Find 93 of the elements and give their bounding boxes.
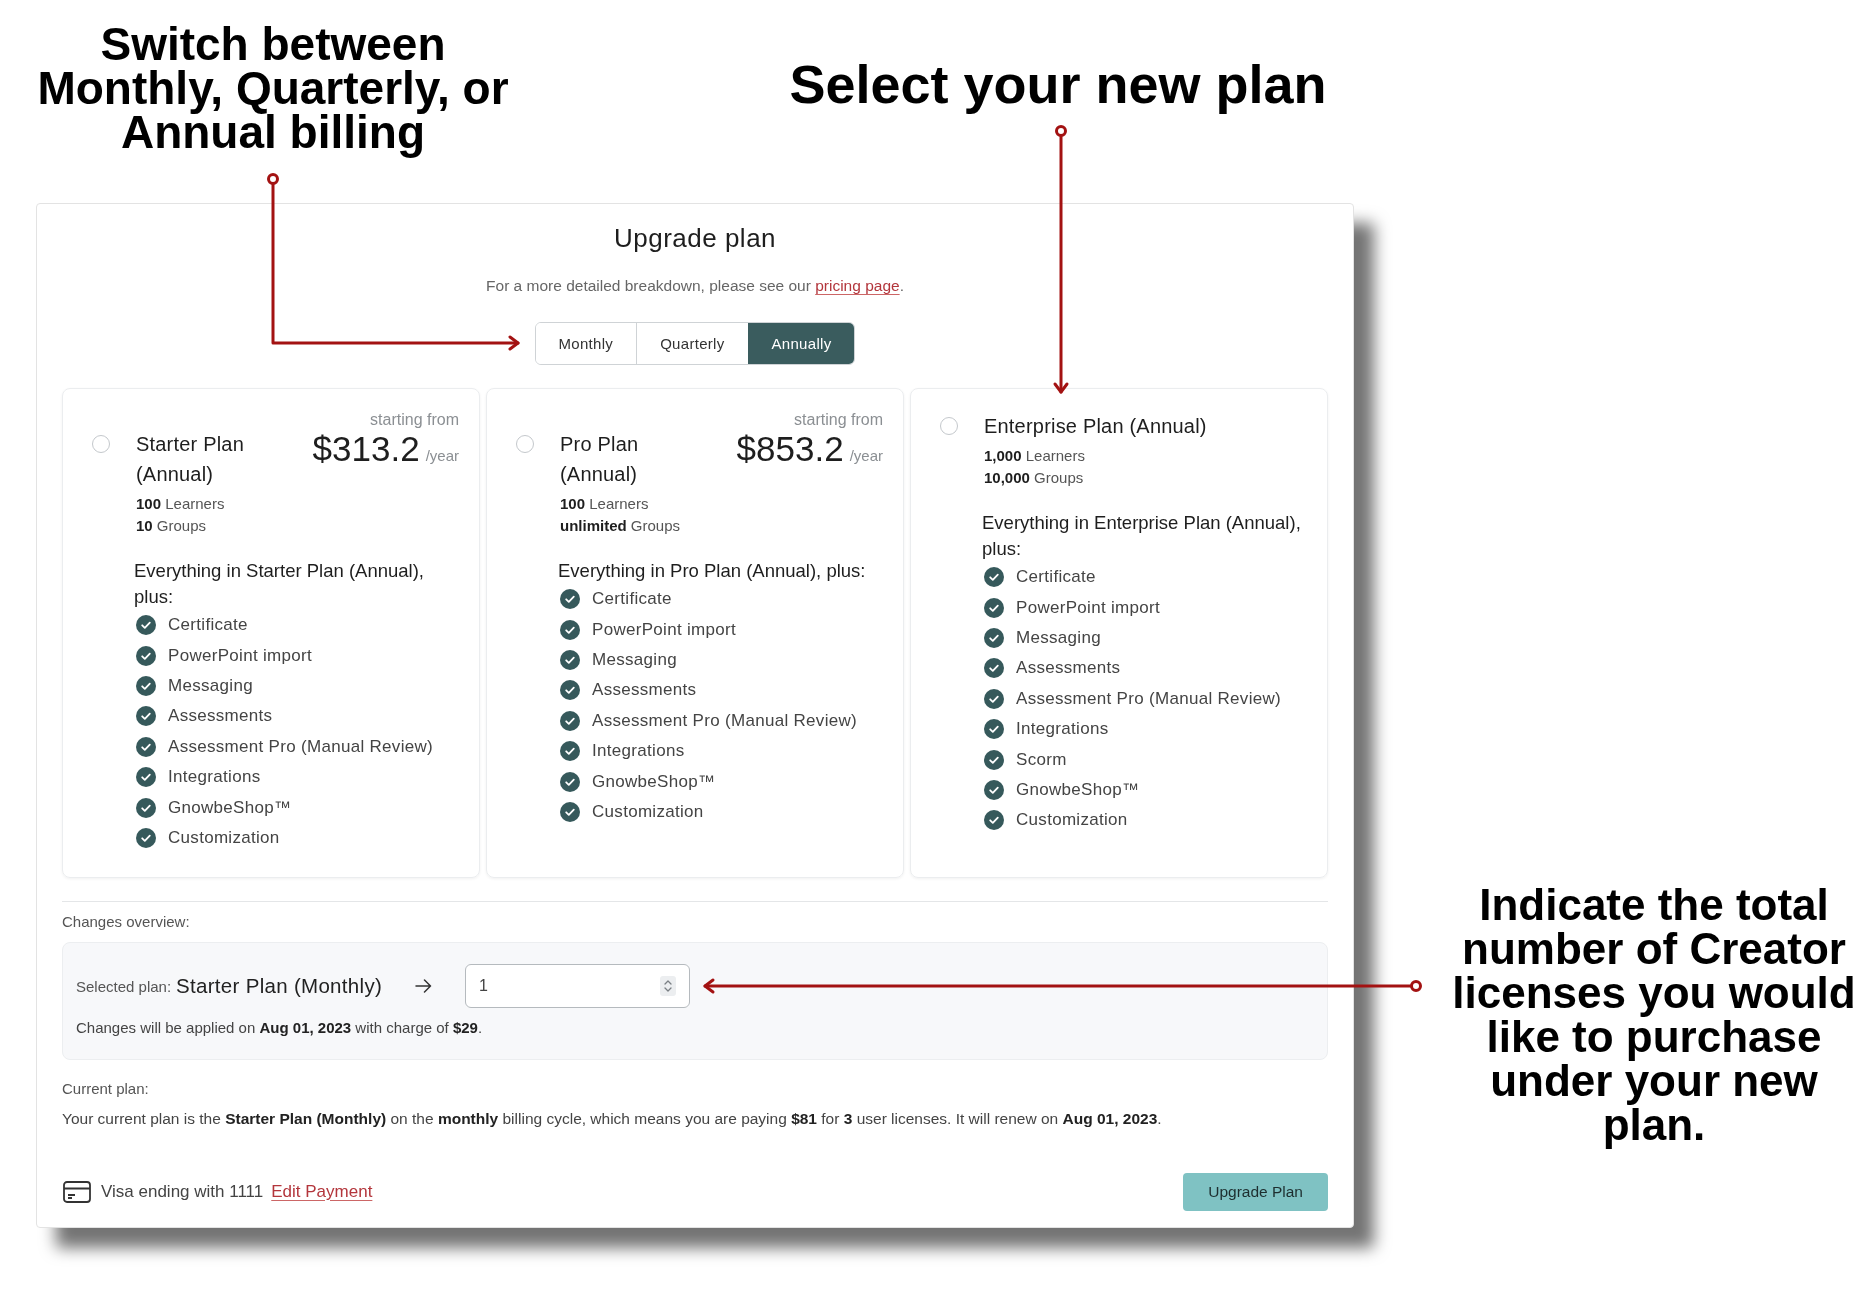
price-amount: $313.2 bbox=[312, 429, 420, 469]
check-icon bbox=[984, 810, 1004, 831]
license-count-field[interactable]: 1 bbox=[465, 964, 691, 1008]
feature-text: Certificate bbox=[168, 615, 248, 636]
card-info-text: Visa ending with 1111 bbox=[101, 1182, 264, 1202]
check-icon bbox=[984, 567, 1004, 588]
radio-button[interactable] bbox=[940, 417, 958, 435]
check-icon bbox=[136, 797, 156, 818]
price-period: /year bbox=[849, 447, 883, 464]
plan-card[interactable] bbox=[910, 388, 1328, 878]
check-icon bbox=[136, 645, 156, 666]
feature-text: Customization bbox=[168, 827, 280, 848]
current-plan-text: Your current plan is the Starter Plan (Monthly) on the monthly billing cycle, which means you are paying $81 for 3 user licenses. It will renew on Aug 01, 2023. bbox=[62, 1109, 1163, 1129]
price-amount: $853.2 bbox=[736, 429, 844, 469]
check-icon bbox=[984, 658, 1004, 679]
feature-text: GnowbeShop™ bbox=[168, 797, 292, 818]
feature-text: Assessments bbox=[592, 680, 697, 701]
limit-text: 100 Learners bbox=[136, 494, 226, 514]
pricing-link[interactable]: pricing page bbox=[815, 277, 900, 294]
limit-text: unlimited Groups bbox=[560, 516, 682, 536]
check-icon bbox=[136, 615, 156, 636]
feature-text: Certificate bbox=[592, 589, 672, 610]
price-caption: starting from bbox=[370, 411, 459, 429]
check-icon bbox=[984, 779, 1004, 800]
plan-name: Enterprise Plan (Annual) bbox=[984, 414, 1208, 439]
check-icon bbox=[136, 706, 156, 727]
edit-payment-link[interactable]: Edit Payment bbox=[271, 1182, 373, 1202]
feature-text: GnowbeShop™ bbox=[1016, 779, 1140, 800]
check-icon bbox=[560, 680, 580, 701]
feature-text: PowerPoint import bbox=[168, 645, 312, 666]
feature-text: PowerPoint import bbox=[592, 619, 736, 640]
check-icon bbox=[136, 767, 156, 788]
check-icon bbox=[984, 627, 1004, 648]
selected-plan-label: Selected plan: bbox=[76, 977, 172, 995]
billing-tab[interactable]: Annually bbox=[747, 323, 855, 364]
feature-text: PowerPoint import bbox=[1016, 597, 1160, 618]
feature-text: Assessments bbox=[1016, 658, 1121, 679]
feature-text: Assessment Pro (Manual Review) bbox=[168, 736, 434, 757]
features-heading: Everything in Starter Plan (Annual), plus: bbox=[134, 559, 425, 609]
check-icon bbox=[560, 619, 580, 640]
feature-text: Assessments bbox=[168, 706, 273, 727]
check-icon bbox=[984, 688, 1004, 709]
credit-card-icon bbox=[63, 1181, 91, 1203]
arrow-right-icon bbox=[415, 979, 433, 993]
changes-note: Changes will be applied on Aug 01, 2023 with charge of $29. bbox=[76, 1018, 484, 1038]
check-icon bbox=[560, 589, 580, 610]
selected-plan-name: Starter Plan (Monthly) bbox=[176, 974, 383, 998]
limit-text: 100 Learners bbox=[560, 494, 650, 514]
subtitle-text: For a more detailed breakdown, please see our pricing page. bbox=[485, 276, 905, 296]
check-icon bbox=[560, 649, 580, 670]
radio-button[interactable] bbox=[516, 435, 534, 453]
feature-text: Integrations bbox=[1016, 719, 1109, 740]
limit-text: 1,000 Learners bbox=[984, 446, 1086, 466]
check-icon bbox=[984, 749, 1004, 770]
features-heading: Everything in Pro Plan (Annual), plus: bbox=[558, 559, 867, 583]
dialog-title: Upgrade plan bbox=[612, 222, 778, 254]
check-icon bbox=[560, 710, 580, 731]
check-icon bbox=[136, 736, 156, 757]
feature-text: Messaging bbox=[1016, 627, 1101, 648]
features-heading: Everything in Enterprise Plan (Annual), plus: bbox=[982, 511, 1302, 561]
feature-text: Integrations bbox=[168, 767, 261, 788]
feature-text: Integrations bbox=[592, 741, 685, 762]
feature-text: Assessment Pro (Manual Review) bbox=[1016, 688, 1282, 709]
feature-text: Customization bbox=[592, 801, 704, 822]
check-icon bbox=[984, 719, 1004, 740]
feature-text: Customization bbox=[1016, 810, 1128, 831]
check-icon bbox=[560, 741, 580, 762]
limit-text: 10 Groups bbox=[136, 516, 208, 536]
upgrade-plan-button[interactable]: Upgrade Plan bbox=[1183, 1173, 1328, 1211]
feature-text: Scorm bbox=[1016, 749, 1067, 770]
feature-text: Messaging bbox=[168, 675, 253, 696]
check-icon bbox=[136, 827, 156, 848]
radio-button[interactable] bbox=[92, 435, 110, 453]
feature-text: Certificate bbox=[1016, 567, 1096, 588]
plan-card[interactable] bbox=[62, 388, 480, 878]
section-label: Changes overview: bbox=[62, 912, 191, 932]
check-icon bbox=[560, 801, 580, 822]
annotation-text: Select your new plan bbox=[788, 54, 1328, 114]
check-icon bbox=[560, 771, 580, 792]
section-label: Current plan: bbox=[62, 1079, 150, 1099]
annotation-text: Indicate the total number of Creator licenses you would like to purchase under your new plan. bbox=[1451, 883, 1857, 1147]
check-icon bbox=[136, 675, 156, 696]
feature-text: Assessment Pro (Manual Review) bbox=[592, 710, 858, 731]
price-caption: starting from bbox=[794, 411, 883, 429]
plan-name: Starter Plan (Annual) bbox=[136, 432, 245, 487]
feature-text: Messaging bbox=[592, 649, 677, 670]
plan-name: Pro Plan (Annual) bbox=[560, 432, 640, 487]
plan-card[interactable] bbox=[486, 388, 904, 878]
feature-text: GnowbeShop™ bbox=[592, 771, 716, 792]
price-period: /year bbox=[425, 447, 459, 464]
limit-text: 10,000 Groups bbox=[984, 468, 1085, 488]
check-icon bbox=[984, 597, 1004, 618]
stepper-icon[interactable] bbox=[660, 976, 677, 996]
